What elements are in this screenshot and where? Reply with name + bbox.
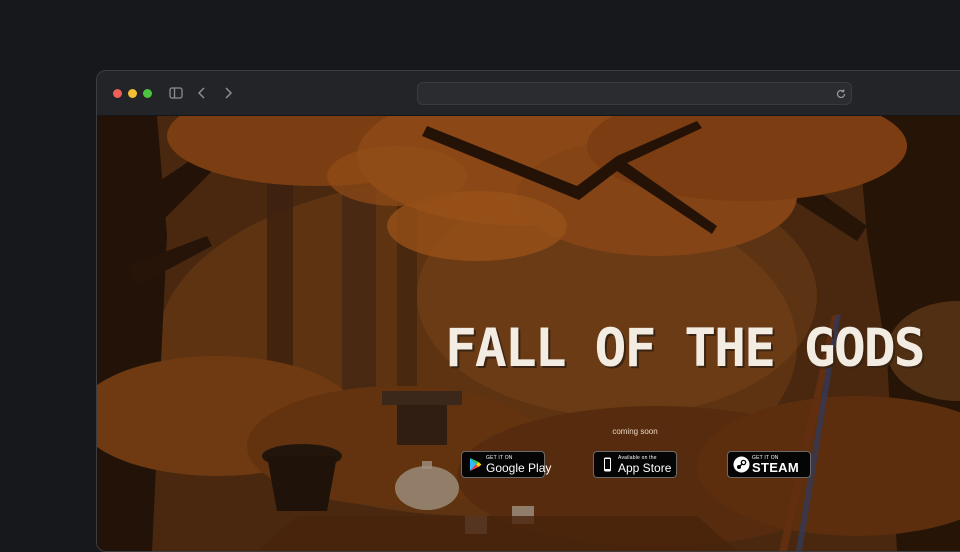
forward-icon[interactable] <box>219 84 237 102</box>
hero-section: FALL OF THE GODS coming soon GET IT ON G… <box>97 116 960 551</box>
google-play-icon <box>467 456 484 473</box>
app-store-badge[interactable]: Available on the App Store <box>593 451 677 478</box>
zoom-window-button[interactable] <box>143 89 152 98</box>
reload-icon[interactable] <box>835 87 847 99</box>
back-icon[interactable] <box>193 84 211 102</box>
minimize-window-button[interactable] <box>128 89 137 98</box>
coming-soon-text: coming soon <box>612 427 658 436</box>
sidebar-toggle-icon[interactable] <box>167 84 185 102</box>
game-title: FALL OF THE GODS <box>445 318 926 379</box>
apple-icon <box>599 456 616 473</box>
steam-icon <box>733 456 750 473</box>
google-play-badge[interactable]: GET IT ON Google Play <box>461 451 551 478</box>
badge-store-name: STEAM <box>752 460 799 475</box>
badge-store-name: App Store <box>618 461 672 475</box>
address-bar[interactable] <box>417 82 852 105</box>
browser-window: FALL OF THE GODS coming soon GET IT ON G… <box>96 70 960 552</box>
steam-badge[interactable]: GET IT ON STEAM <box>727 451 811 478</box>
browser-toolbar <box>97 71 960 116</box>
badge-store-name: Google Play <box>486 461 552 475</box>
close-window-button[interactable] <box>113 89 122 98</box>
